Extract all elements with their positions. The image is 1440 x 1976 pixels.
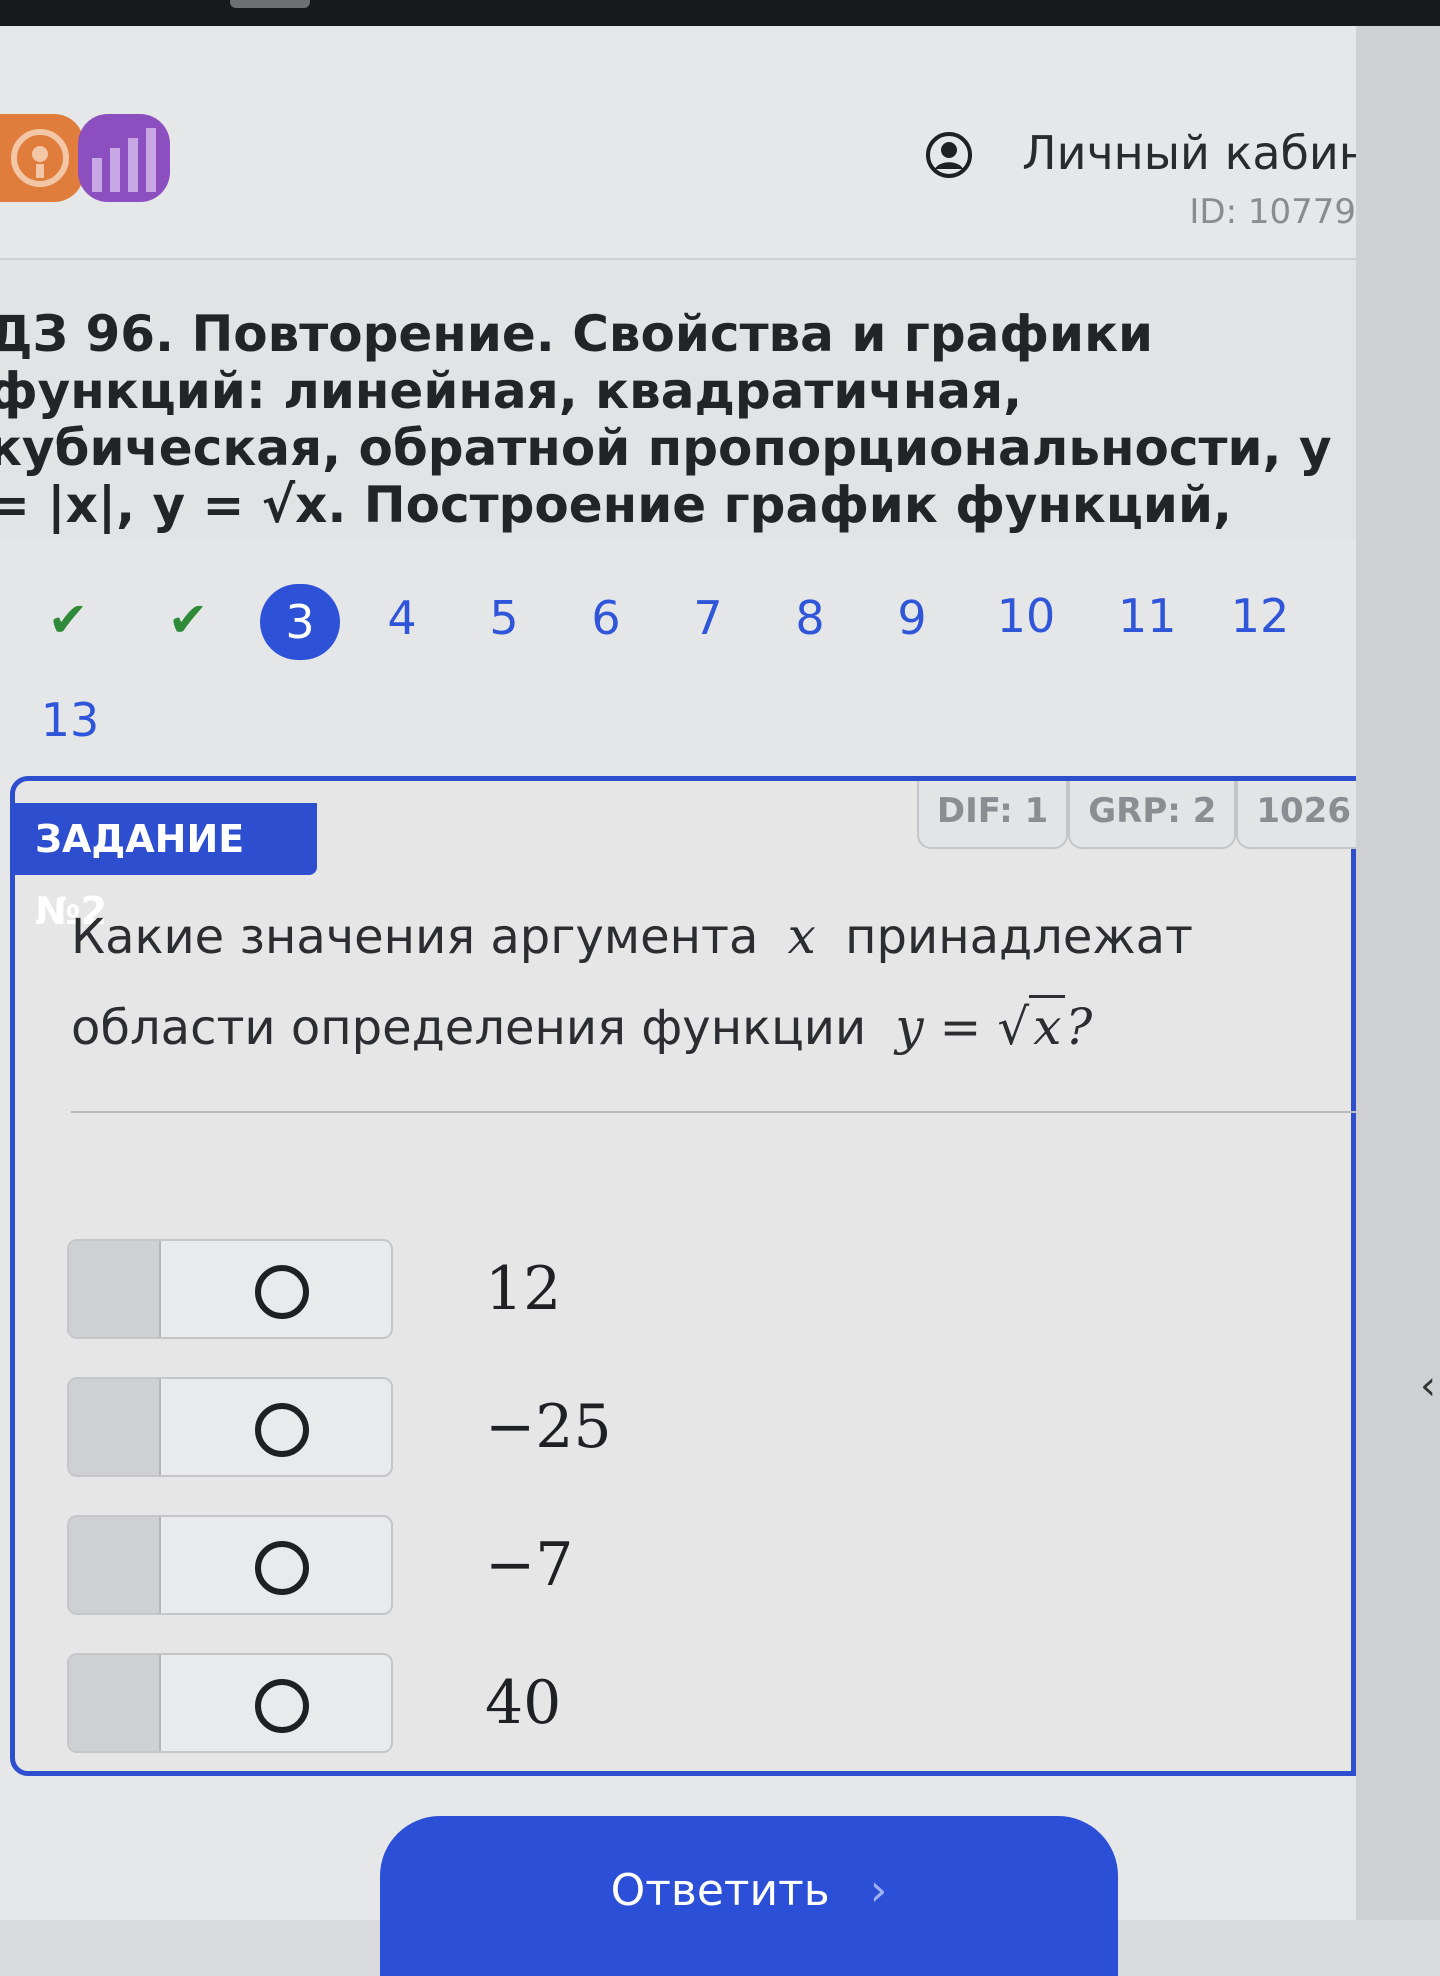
option-control[interactable] [67, 1239, 393, 1339]
option-handle [69, 1517, 161, 1613]
device-top-bar [0, 0, 1440, 26]
answer-option[interactable]: −25 [67, 1377, 1267, 1479]
option-handle [69, 1241, 161, 1337]
task-13[interactable]: 13 [36, 682, 104, 758]
difficulty-tag: DIF: 1 [916, 781, 1069, 849]
task-5[interactable]: 5 [484, 580, 524, 656]
option-control[interactable] [67, 1515, 393, 1615]
answer-option[interactable]: −7 [67, 1515, 1267, 1617]
user-avatar-icon [926, 132, 972, 178]
task-4[interactable]: 4 [382, 580, 422, 656]
task-pagination: ✔ ✔ 3 4 5 6 7 8 9 10 11 12 13 [0, 540, 1356, 780]
question-divider [71, 1111, 1356, 1113]
task-10[interactable]: 10 [992, 578, 1060, 654]
option-handle [69, 1655, 161, 1751]
chevron-right-icon: › [869, 1865, 888, 1916]
question-formula: y = √x? [881, 995, 1106, 1056]
task-6[interactable]: 6 [586, 580, 626, 656]
option-value: 40 [485, 1668, 562, 1738]
question-part-1: Какие значения аргумента [71, 909, 759, 965]
submit-label: Ответить [610, 1865, 830, 1916]
question-variable: x [787, 907, 816, 965]
homework-title-block: ДЗ 96. Повторение. Свойства и графики фу… [0, 260, 1356, 591]
task-11[interactable]: 11 [1118, 578, 1177, 654]
question-mark: ? [1065, 998, 1093, 1056]
radio-circle-icon[interactable] [255, 1679, 309, 1733]
submit-answer-button[interactable]: Ответить › [380, 1816, 1118, 1976]
group-tag: GRP: 2 [1068, 781, 1237, 849]
radio-circle-icon[interactable] [255, 1541, 309, 1595]
logo-bulb-icon [0, 114, 84, 202]
radio-circle-icon[interactable] [255, 1265, 309, 1319]
task-id-tag: 1026 [1236, 781, 1356, 849]
option-control[interactable] [67, 1653, 393, 1753]
task-1-done-check-icon[interactable]: ✔ [38, 582, 98, 658]
logo-chart-icon [78, 114, 170, 202]
device-notch [230, 0, 310, 8]
option-value: 12 [485, 1254, 562, 1324]
sqrt-sign: √ [997, 998, 1030, 1056]
task-12[interactable]: 12 [1226, 578, 1294, 654]
task-meta-tags: DIF: 1 GRP: 2 1026 [916, 781, 1356, 851]
site-logo[interactable] [0, 114, 175, 204]
formula-lhs: y = [895, 998, 982, 1056]
answer-option[interactable]: 12 [67, 1239, 1267, 1341]
user-id: ID: 10779 [1189, 192, 1356, 232]
task-7[interactable]: 7 [688, 580, 728, 656]
task-3-current[interactable]: 3 [260, 584, 340, 660]
page: Личный кабин ID: 10779 ДЗ 96. Повторение… [0, 26, 1356, 1920]
task-card: ЗАДАНИЕ №2 DIF: 1 GRP: 2 1026 Какие знач… [10, 776, 1356, 1776]
question-text: Какие значения аргумента x принадлежат о… [71, 891, 1356, 1073]
option-value: −25 [485, 1392, 612, 1462]
cabinet-label: Личный кабин [1022, 126, 1356, 180]
right-edge-strip: ‹ [1356, 26, 1440, 1920]
task-2-done-check-icon[interactable]: ✔ [158, 582, 218, 658]
site-header: Личный кабин ID: 10779 [0, 26, 1356, 260]
option-control[interactable] [67, 1377, 393, 1477]
radio-circle-icon[interactable] [255, 1403, 309, 1457]
user-cabinet-link[interactable]: Личный кабин ID: 10779 [926, 126, 1356, 236]
task-9[interactable]: 9 [892, 580, 932, 656]
answer-option[interactable]: 40 [67, 1653, 1267, 1755]
sqrt-radicand: x [1029, 995, 1066, 1056]
option-handle [69, 1379, 161, 1475]
task-number-label: ЗАДАНИЕ №2 [10, 803, 317, 933]
option-value: −7 [485, 1530, 574, 1600]
task-8[interactable]: 8 [790, 580, 830, 656]
side-chevron-icon[interactable]: ‹ [1420, 1356, 1440, 1416]
